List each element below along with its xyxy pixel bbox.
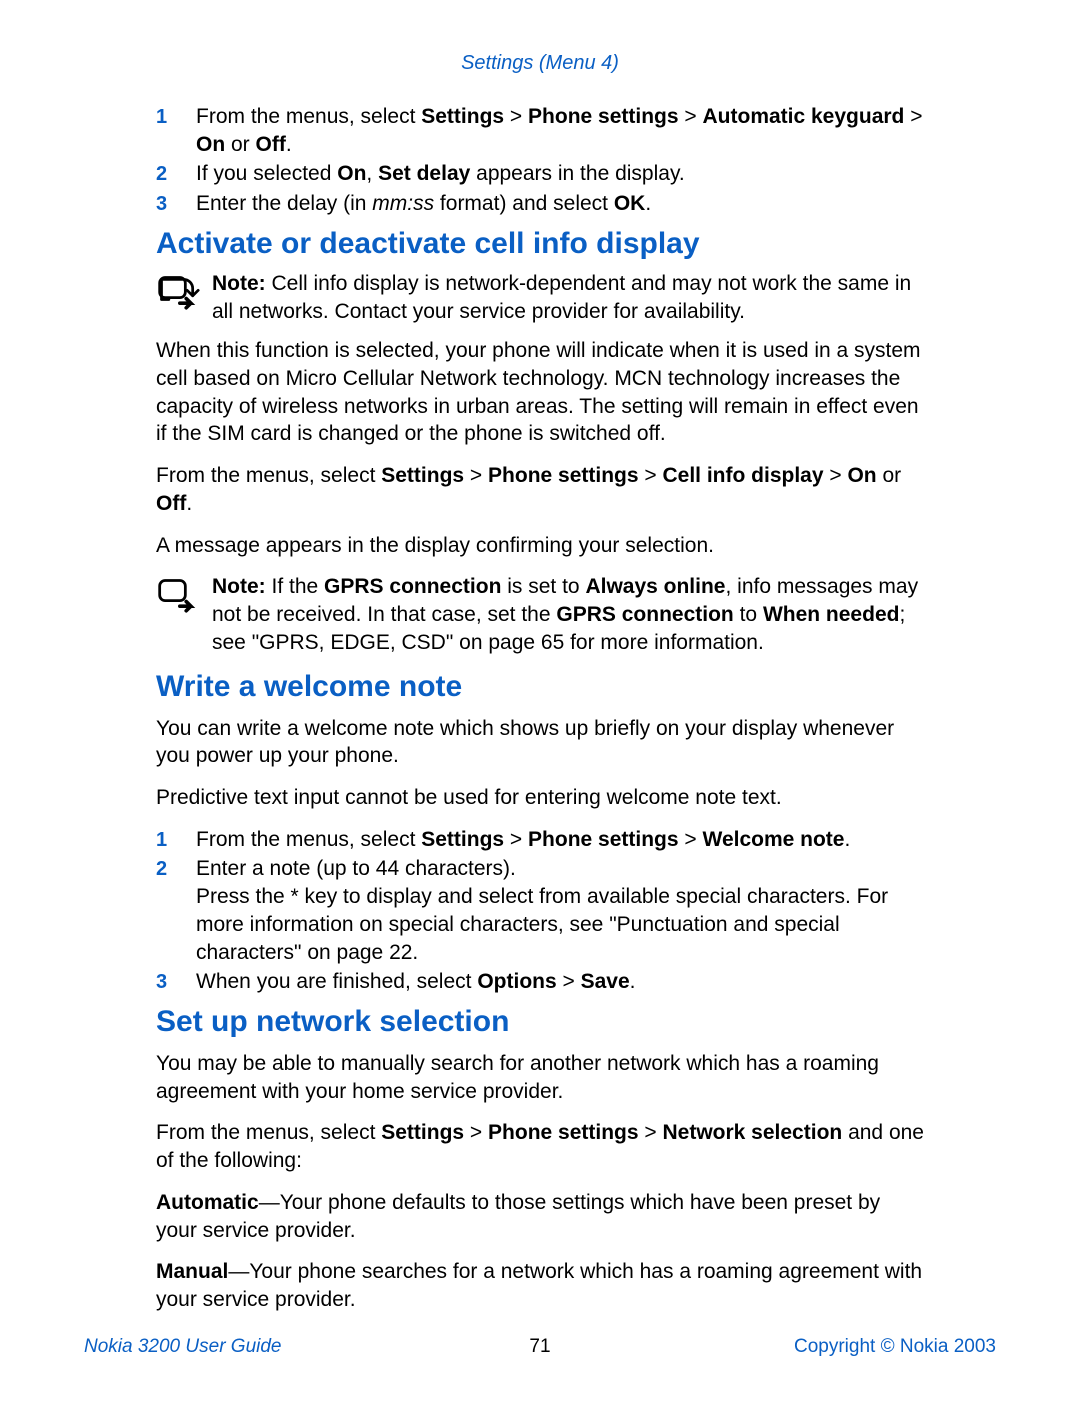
option-manual: Manual—Your phone searches for a network… — [156, 1258, 926, 1313]
note-arrow-icon — [156, 573, 212, 627]
list-line: Enter a note (up to 44 characters). — [196, 857, 516, 880]
list-extra: Press the * key to display and select fr… — [196, 885, 888, 963]
note-block: Note: If the GPRS connection is set to A… — [156, 573, 926, 656]
list-number: 1 — [156, 103, 196, 158]
list-item: 2 If you selected On, Set delay appears … — [156, 160, 926, 188]
footer-guide-name: Nokia 3200 User Guide — [84, 1336, 388, 1358]
page: Settings (Menu 4) 1 From the menus, sele… — [0, 0, 1080, 1412]
paragraph: When this function is selected, your pho… — [156, 337, 926, 448]
paragraph: From the menus, select Settings > Phone … — [156, 1119, 926, 1174]
note-block: Note: Cell info display is network-depen… — [156, 270, 926, 325]
paragraph: You may be able to manually search for a… — [156, 1050, 926, 1105]
paragraph: From the menus, select Settings > Phone … — [156, 462, 926, 517]
list-item: 3 Enter the delay (in mm:ss format) and … — [156, 190, 926, 218]
paragraph: You can write a welcome note which shows… — [156, 715, 926, 770]
footer-copyright: Copyright © Nokia 2003 — [692, 1336, 996, 1358]
list-body: If you selected On, Set delay appears in… — [196, 160, 926, 188]
list-number: 2 — [156, 855, 196, 966]
list-number: 3 — [156, 190, 196, 218]
note-text: Note: Cell info display is network-depen… — [212, 270, 926, 325]
list-body: Enter the delay (in mm:ss format) and se… — [196, 190, 926, 218]
content-area: 1 From the menus, select Settings > Phon… — [84, 103, 996, 1314]
running-header: Settings (Menu 4) — [84, 52, 996, 75]
note-text: Note: If the GPRS connection is set to A… — [212, 573, 926, 656]
list-item: 1 From the menus, select Settings > Phon… — [156, 103, 926, 158]
top-numbered-list: 1 From the menus, select Settings > Phon… — [156, 103, 926, 218]
list-item: 1 From the menus, select Settings > Phon… — [156, 826, 926, 854]
list-body: Enter a note (up to 44 characters). Pres… — [196, 855, 926, 966]
note-arrow-icon — [156, 270, 212, 324]
section-heading-network-selection: Set up network selection — [156, 1004, 926, 1040]
list-body: When you are finished, select Options > … — [196, 968, 926, 996]
list-body: From the menus, select Settings > Phone … — [196, 103, 926, 158]
paragraph: A message appears in the display confirm… — [156, 532, 926, 560]
section-heading-cell-info: Activate or deactivate cell info display — [156, 226, 926, 262]
list-item: 2 Enter a note (up to 44 characters). Pr… — [156, 855, 926, 966]
footer-page-number: 71 — [388, 1336, 692, 1358]
paragraph: Predictive text input cannot be used for… — [156, 784, 926, 812]
welcome-note-list: 1 From the menus, select Settings > Phon… — [156, 826, 926, 996]
page-footer: Nokia 3200 User Guide 71 Copyright © Nok… — [84, 1336, 996, 1358]
section-heading-welcome-note: Write a welcome note — [156, 669, 926, 705]
option-automatic: Automatic—Your phone defaults to those s… — [156, 1189, 926, 1244]
list-item: 3 When you are finished, select Options … — [156, 968, 926, 996]
list-body: From the menus, select Settings > Phone … — [196, 826, 926, 854]
list-number: 2 — [156, 160, 196, 188]
list-number: 3 — [156, 968, 196, 996]
list-number: 1 — [156, 826, 196, 854]
